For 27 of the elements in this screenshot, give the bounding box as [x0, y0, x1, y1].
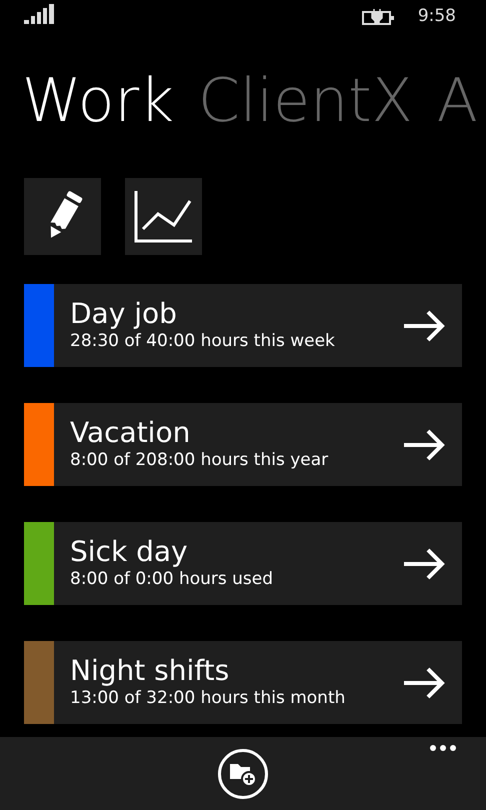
- category-summary: 8:00 of 0:00 hours used: [70, 568, 274, 590]
- clock: 9:58: [418, 5, 456, 28]
- arrow-right-icon: [402, 308, 446, 342]
- arrow-right-icon: [402, 546, 446, 580]
- category-name: Vacation: [70, 418, 192, 449]
- category-name: Day job: [70, 299, 178, 330]
- category-summary: 8:00 of 208:00 hours this year: [70, 448, 330, 471]
- category-summary: 13:00 of 32:00 hours this month: [70, 686, 346, 709]
- battery-charging-icon: [362, 8, 394, 25]
- category-name: Night shifts: [70, 656, 230, 687]
- pivot-tab[interactable]: A: [436, 62, 478, 140]
- more-icon[interactable]: [430, 745, 456, 751]
- pivot-tab[interactable]: ClientX: [198, 62, 413, 140]
- arrow-right-icon: [402, 666, 446, 700]
- signal-icon: [24, 4, 54, 24]
- line-chart-icon: [134, 188, 194, 244]
- arrow-right-icon: [402, 428, 446, 462]
- pivot-tab[interactable]: Work: [22, 62, 174, 140]
- category-item[interactable]: Day job 28:30 of 40:00 hours this week: [24, 284, 462, 367]
- category-item[interactable]: Vacation 8:00 of 208:00 hours this year: [24, 403, 462, 486]
- category-name: Sick day: [70, 537, 189, 568]
- category-item[interactable]: Night shifts 13:00 of 32:00 hours this month: [24, 641, 462, 724]
- category-item[interactable]: Sick day 8:00 of 0:00 hours used: [24, 522, 462, 605]
- category-summary: 28:30 of 40:00 hours this week: [70, 330, 336, 352]
- edit-button[interactable]: [24, 178, 101, 255]
- chart-button[interactable]: [125, 178, 202, 255]
- add-folder-button[interactable]: [218, 748, 268, 798]
